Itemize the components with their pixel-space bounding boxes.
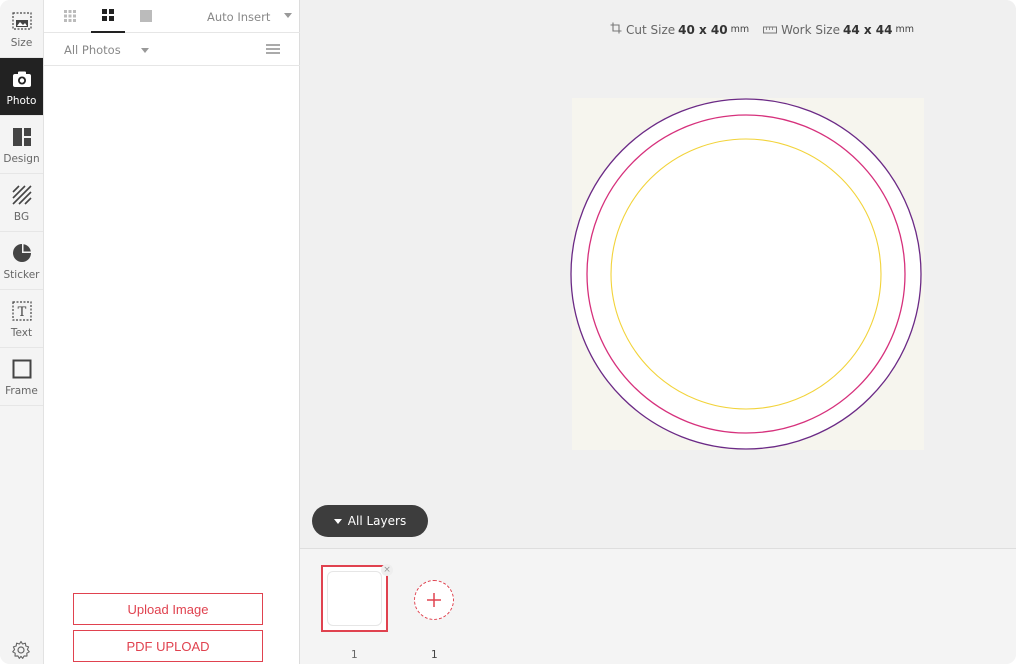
page-thumbnail-number: 1 bbox=[351, 649, 358, 661]
sidebar-item-bg[interactable]: BG bbox=[0, 174, 43, 232]
grid-medium-icon bbox=[102, 6, 114, 25]
badge-canvas[interactable] bbox=[570, 97, 926, 453]
sidebar-item-sticker[interactable]: Sticker bbox=[0, 232, 43, 290]
ruler-icon bbox=[763, 23, 778, 37]
camera-icon bbox=[11, 68, 33, 90]
app-window: Size Photo Design BG Sticker T Text Fram… bbox=[0, 0, 1016, 664]
size-info: Cut Size 40 x 40 mm Work Size 44 x 44 mm bbox=[610, 22, 914, 37]
sidebar-item-label: Sticker bbox=[3, 269, 40, 281]
close-icon[interactable]: × bbox=[381, 564, 393, 576]
cut-size-value: 40 x 40 bbox=[678, 22, 728, 37]
add-page-button[interactable] bbox=[414, 580, 454, 620]
sidebar-item-size[interactable]: Size bbox=[0, 0, 43, 58]
text-icon: T bbox=[11, 300, 33, 322]
grid-large-icon bbox=[140, 7, 152, 26]
all-layers-button[interactable]: All Layers bbox=[312, 505, 428, 537]
size-icon bbox=[11, 10, 33, 32]
sidebar-item-label: Size bbox=[10, 37, 33, 49]
photo-filter-dropdown[interactable]: All Photos bbox=[64, 43, 121, 57]
gear-icon[interactable] bbox=[11, 640, 31, 660]
cut-size-unit: mm bbox=[730, 24, 750, 35]
sticker-icon bbox=[11, 242, 33, 264]
page-thumbnail-preview bbox=[327, 571, 382, 626]
all-layers-label: All Layers bbox=[347, 514, 407, 528]
page-count: 1 bbox=[431, 649, 438, 661]
sidebar-item-label: Text bbox=[10, 327, 33, 339]
photo-panel: Auto Insert All Photos Upload Image PDF … bbox=[44, 0, 300, 664]
work-size-label: Work Size bbox=[781, 22, 840, 37]
design-canvas-area: Cut Size 40 x 40 mm Work Size 44 x 44 mm… bbox=[300, 0, 1016, 548]
sidebar-item-label: BG bbox=[13, 211, 30, 223]
layout-icon bbox=[11, 126, 33, 148]
left-toolbar: Size Photo Design BG Sticker T Text Fram… bbox=[0, 0, 44, 664]
pdf-upload-button[interactable]: PDF UPLOAD bbox=[73, 630, 263, 662]
work-size-circle bbox=[570, 98, 922, 450]
panel-toolbar: Auto Insert bbox=[44, 0, 300, 33]
svg-text:T: T bbox=[17, 305, 26, 320]
sidebar-item-photo[interactable]: Photo bbox=[0, 58, 43, 116]
cut-size-label: Cut Size bbox=[626, 22, 676, 37]
sidebar-item-design[interactable]: Design bbox=[0, 116, 43, 174]
grid-small-icon bbox=[64, 7, 76, 26]
work-size-unit: mm bbox=[895, 24, 915, 35]
hamburger-menu-icon[interactable] bbox=[266, 44, 280, 54]
chevron-down-icon bbox=[141, 48, 149, 53]
sidebar-item-label: Frame bbox=[5, 385, 38, 397]
grid-small-view-button[interactable] bbox=[53, 0, 87, 33]
crop-icon bbox=[610, 22, 622, 37]
photo-filter-bar: All Photos bbox=[44, 33, 300, 66]
sidebar-item-label: Photo bbox=[6, 95, 37, 107]
plus-icon bbox=[426, 592, 442, 612]
chevron-down-icon bbox=[284, 13, 292, 18]
frame-icon bbox=[11, 358, 33, 380]
pattern-icon bbox=[11, 184, 33, 206]
grid-medium-view-button[interactable] bbox=[91, 0, 125, 33]
grid-large-view-button[interactable] bbox=[129, 0, 163, 33]
sidebar-item-label: Design bbox=[3, 153, 40, 165]
work-size-value: 44 x 44 bbox=[843, 22, 893, 37]
upload-image-button[interactable]: Upload Image bbox=[73, 593, 263, 625]
sidebar-item-text[interactable]: T Text bbox=[0, 290, 43, 348]
auto-insert-dropdown[interactable]: Auto Insert bbox=[207, 10, 270, 24]
page-thumbnail[interactable]: × bbox=[321, 564, 393, 632]
triangle-down-icon bbox=[333, 518, 342, 524]
page-strip: × 1 1 bbox=[300, 548, 1016, 664]
sidebar-item-frame[interactable]: Frame bbox=[0, 348, 43, 406]
